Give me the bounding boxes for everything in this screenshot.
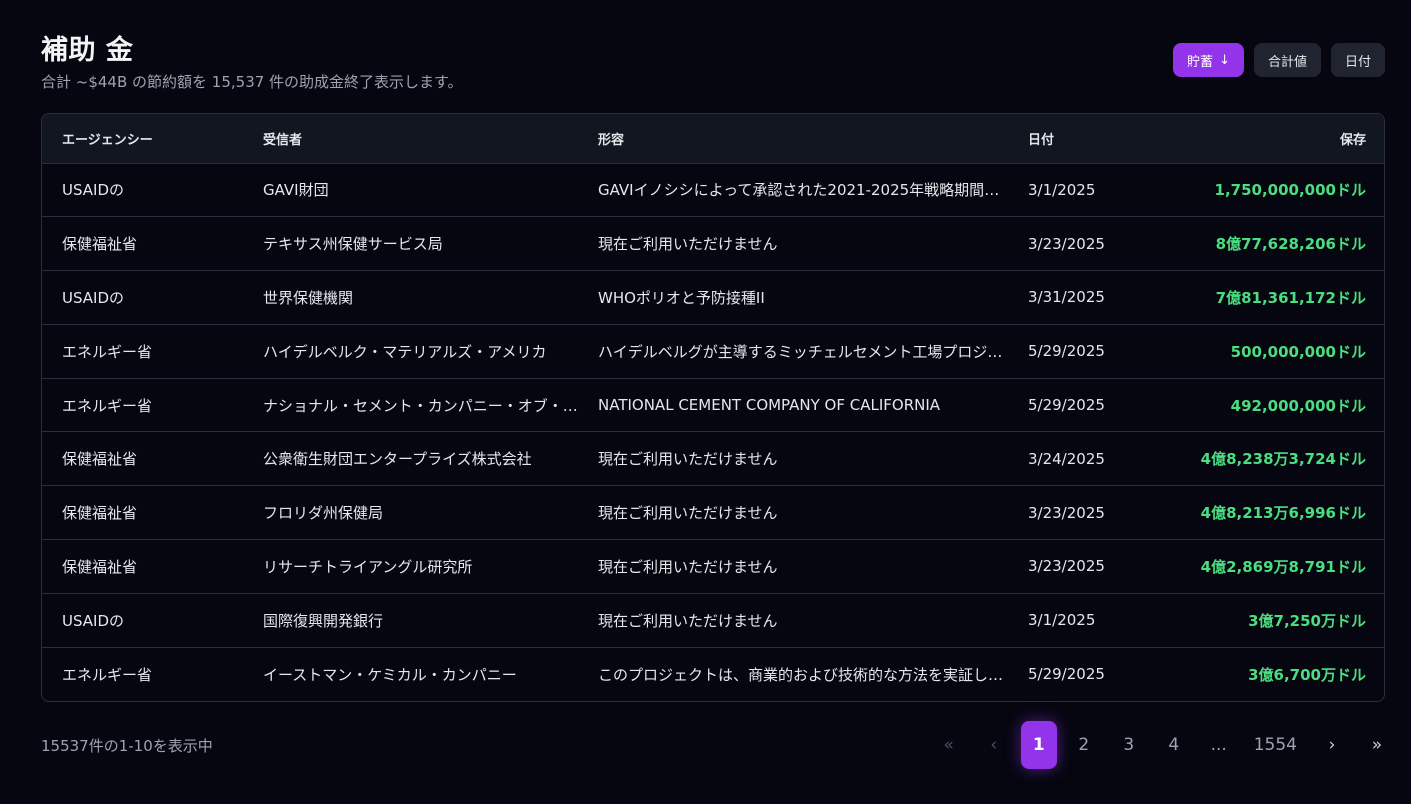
cell-date: 3/31/2025 xyxy=(1008,270,1158,325)
table-row[interactable]: USAIDの 国際復興開発銀行 現在ご利用いただけません 3/1/2025 3億7,25… xyxy=(42,592,1384,648)
cell-agency: エネルギー省 xyxy=(42,323,243,379)
cell-date: 5/29/2025 xyxy=(1008,323,1158,379)
cell-agency: USAIDの xyxy=(42,592,243,648)
cell-agency: 保健福祉省 xyxy=(42,216,243,271)
cell-savings: 3億6,700万ドル xyxy=(1158,646,1384,701)
table-row[interactable]: 保健福祉省 フロリダ州保健局 現在ご利用いただけません 3/23/2025 4億8,21… xyxy=(42,485,1384,540)
table-body: USAIDの GAVI財団 GAVIイノシシによって承認された2021-2025年戦… xyxy=(42,163,1384,701)
cell-description: 現在ご利用いただけません xyxy=(578,485,1008,540)
cell-savings: 3億7,250万ドル xyxy=(1158,592,1384,648)
cell-date: 5/29/2025 xyxy=(1008,646,1158,701)
sort-button-group: 貯蓄 ↓ 合計値 日付 xyxy=(1173,43,1385,77)
cell-recipient: 世界保健機関 xyxy=(243,270,578,325)
page-ellipsis: ... xyxy=(1210,735,1227,755)
cell-description: GAVIイノシシによって承認された2021-2025年戦略期間の支援 xyxy=(598,181,1008,200)
cell-date: 3/23/2025 xyxy=(1008,485,1158,540)
first-page-button[interactable]: « xyxy=(931,721,967,769)
table-row[interactable]: 保健福祉省 公衆衛生財団エンタープライズ株式会社 現在ご利用いただけません 3/24/… xyxy=(42,431,1384,486)
cell-date: 3/24/2025 xyxy=(1008,431,1158,486)
cell-savings: 1,750,000,000ドル xyxy=(1214,181,1366,200)
cell-recipient: フロリダ州保健局 xyxy=(243,485,578,540)
cell-description: 現在ご利用いただけません xyxy=(578,216,1008,271)
cell-agency: エネルギー省 xyxy=(42,377,243,432)
sort-savings-button[interactable]: 貯蓄 ↓ xyxy=(1173,43,1244,77)
cell-savings: 4億8,213万6,996ドル xyxy=(1158,485,1384,540)
cell-savings: 500,000,000ドル xyxy=(1158,323,1384,379)
cell-description: このプロジェクトは、商業的および技術的な方法を実証します xyxy=(578,646,1008,701)
table-header-row: エージェンシー 受信者 形容 日付 保存 xyxy=(42,114,1384,164)
table-row[interactable]: 保健福祉省 リサーチトライアングル研究所 現在ご利用いただけません 3/23/2025… xyxy=(42,539,1384,594)
column-header-description[interactable]: 形容 xyxy=(578,114,1008,164)
cell-savings: 4億8,238万3,724ドル xyxy=(1158,431,1384,486)
pagination: « ‹ 1 2 3 4 ... 1554 › » xyxy=(922,721,1395,769)
cell-savings: 492,000,000ドル xyxy=(1158,377,1384,432)
arrow-down-icon: ↓ xyxy=(1219,52,1230,68)
grants-table: エージェンシー 受信者 形容 日付 保存 USAIDの GAVI財団 GAVIイノシ… xyxy=(42,114,1384,701)
cell-description: 現在ご利用いただけません xyxy=(578,592,1008,648)
cell-recipient: リサーチトライアングル研究所 xyxy=(243,539,578,594)
cell-agency: エネルギー省 xyxy=(42,646,243,701)
table-row[interactable]: USAIDの GAVI財団 GAVIイノシシによって承認された2021-2025年戦… xyxy=(42,163,1384,217)
cell-date: 5/29/2025 xyxy=(1008,377,1158,432)
sort-date-label: 日付 xyxy=(1344,54,1371,70)
page-title: 補助 金 xyxy=(41,35,134,66)
cell-description: WHOポリオと予防接種II xyxy=(578,270,1008,325)
cell-date: 3/23/2025 xyxy=(1008,539,1158,594)
cell-description: ハイデルベルグが主導するミッチェルセメント工場プロジェクト xyxy=(578,323,1008,379)
page-button-1[interactable]: 1 xyxy=(1020,721,1057,769)
cell-recipient: 国際復興開発銀行 xyxy=(243,592,578,648)
sort-total-value-label: 合計値 xyxy=(1267,54,1307,70)
table-row[interactable]: 保健福祉省 テキサス州保健サービス局 現在ご利用いただけません 3/23/2025 8億… xyxy=(42,216,1384,271)
page-subtitle: 合計 ~$44B の節約額を 15,537 件の助成金終了表示します。 xyxy=(41,73,463,91)
cell-savings: 8億77,628,206ドル xyxy=(1158,216,1384,271)
cell-savings: 4億2,869万8,791ドル xyxy=(1158,539,1384,594)
page-button-last-number[interactable]: 1554 xyxy=(1246,721,1305,769)
column-header-date[interactable]: 日付 xyxy=(1008,114,1158,164)
page-button-3[interactable]: 3 xyxy=(1111,721,1147,769)
cell-agency: 保健福祉省 xyxy=(42,485,243,540)
sort-total-value-button[interactable]: 合計値 xyxy=(1253,43,1321,77)
cell-agency: 保健福祉省 xyxy=(42,539,243,594)
table-row[interactable]: エネルギー省 イーストマン・ケミカル・カンパニー このプロジェクトは、商業的および技… xyxy=(42,646,1384,701)
cell-description: NATIONAL CEMENT COMPANY OF CALIFORNIA xyxy=(578,377,1008,432)
results-count: 15537件の1-10を表示中 xyxy=(41,737,213,755)
grants-table-container: エージェンシー 受信者 形容 日付 保存 USAIDの GAVI財団 GAVIイノシ… xyxy=(41,113,1385,702)
cell-agency: USAIDの xyxy=(62,181,125,200)
cell-recipient: イーストマン・ケミカル・カンパニー xyxy=(243,646,578,701)
cell-agency: 保健福祉省 xyxy=(42,431,243,486)
cell-recipient: テキサス州保健サービス局 xyxy=(243,216,578,271)
cell-agency: USAIDの xyxy=(42,270,243,325)
cell-description: 現在ご利用いただけません xyxy=(578,431,1008,486)
cell-date: 3/1/2025 xyxy=(1028,180,1096,199)
cell-description: 現在ご利用いただけません xyxy=(578,539,1008,594)
cell-recipient: 公衆衛生財団エンタープライズ株式会社 xyxy=(243,431,578,486)
cell-recipient: ハイデルベルク・マテリアルズ・アメリカ xyxy=(243,323,578,379)
next-page-button[interactable]: › xyxy=(1314,721,1350,769)
grants-page: 補助 金 合計 ~$44B の節約額を 15,537 件の助成金終了表示します。… xyxy=(0,0,1411,804)
page-button-2[interactable]: 2 xyxy=(1066,721,1102,769)
prev-page-button[interactable]: ‹ xyxy=(976,721,1012,769)
table-row[interactable]: エネルギー省ナショナル・セメント・カンパニー・オブ・カリフォルニアNATIONA… xyxy=(42,377,1384,432)
column-header-savings[interactable]: 保存 xyxy=(1158,114,1384,164)
sort-date-button[interactable]: 日付 xyxy=(1330,43,1385,77)
column-header-recipient[interactable]: 受信者 xyxy=(243,114,578,164)
cell-date: 3/1/2025 xyxy=(1008,592,1158,648)
sort-savings-label: 貯蓄 xyxy=(1187,54,1214,70)
cell-savings: 7億81,361,172ドル xyxy=(1158,270,1384,325)
table-row[interactable]: USAIDの 世界保健機関 WHOポリオと予防接種II 3/31/2025 7億81,3… xyxy=(42,270,1384,325)
cell-recipient: GAVI財団 xyxy=(263,181,329,200)
column-header-agency[interactable]: エージェンシー xyxy=(42,114,243,164)
page-button-4[interactable]: 4 xyxy=(1156,721,1192,769)
cell-date: 3/23/2025 xyxy=(1008,216,1158,271)
last-page-button[interactable]: » xyxy=(1359,721,1395,769)
cell-recipient: ナショナル・セメント・カンパニー・オブ・カリフォルニア xyxy=(243,377,578,432)
table-row[interactable]: エネルギー省 ハイデルベルク・マテリアルズ・アメリカ ハイデルベルグが主導するミッチ… xyxy=(42,323,1384,379)
